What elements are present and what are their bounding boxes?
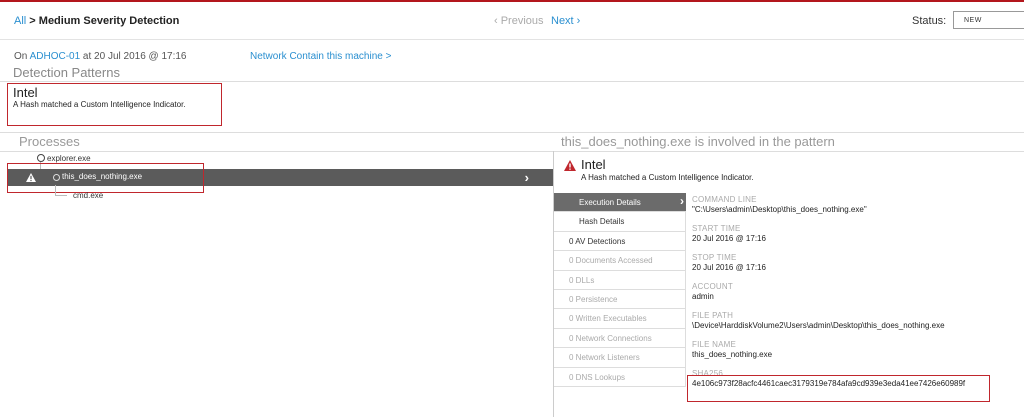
detail-tabs: Execution Details › Hash Details 0 AV Det… <box>554 193 686 387</box>
breadcrumb-separator: > <box>26 15 39 27</box>
field-label: COMMAND LINE <box>692 195 757 204</box>
execution-details: COMMAND LINE "C:\Users\admin\Desktop\thi… <box>692 195 1022 398</box>
divider <box>0 151 1024 152</box>
field-value: "C:\Users\admin\Desktop\this_does_nothin… <box>692 205 867 214</box>
field-label: STOP TIME <box>692 253 737 262</box>
tab-label: 0 DLLs <box>569 275 595 285</box>
highlight-box-process <box>7 163 204 193</box>
field-command-line: COMMAND LINE "C:\Users\admin\Desktop\thi… <box>692 195 1022 215</box>
tab-execution-details[interactable]: Execution Details › <box>554 193 686 213</box>
tab-av-detections[interactable]: 0 AV Detections <box>554 231 686 252</box>
field-label: FILE NAME <box>692 340 737 349</box>
tab-label: 0 AV Detections <box>569 236 626 246</box>
tab-label: Hash Details <box>579 217 625 227</box>
tab-label: Execution Details <box>579 198 641 207</box>
field-account: ACCOUNT admin <box>692 282 1022 302</box>
header-bar: All > Medium Severity Detection ‹ Previo… <box>0 2 1024 40</box>
status-label: Status: <box>912 15 947 27</box>
divider <box>0 81 1024 82</box>
highlight-box-pattern <box>7 83 222 126</box>
tree-connector <box>55 195 67 196</box>
process-cmd[interactable]: cmd.exe <box>73 191 103 200</box>
field-start-time: START TIME 20 Jul 2016 @ 17:16 <box>692 224 1022 244</box>
field-label: FILE PATH <box>692 311 734 320</box>
process-explorer[interactable]: explorer.exe <box>37 154 91 163</box>
breadcrumb-all-link[interactable]: All <box>14 15 26 27</box>
tab-written-executables[interactable]: 0 Written Executables <box>554 309 686 329</box>
status-select[interactable]: NEW <box>953 11 1024 29</box>
tab-label: 0 Documents Accessed <box>569 256 653 266</box>
field-value: 20 Jul 2016 @ 17:16 <box>692 263 766 272</box>
tab-label: 0 Persistence <box>569 294 618 304</box>
divider <box>0 132 1024 133</box>
field-value: \Device\HarddiskVolume2\Users\admin\Desk… <box>692 321 945 330</box>
tab-label: 0 Network Listeners <box>569 353 640 363</box>
previous-link[interactable]: ‹ Previous <box>494 15 544 27</box>
processes-title: Processes <box>19 134 80 149</box>
meta-timestamp: at 20 Jul 2016 @ 17:16 <box>80 51 187 62</box>
field-value: this_does_nothing.exe <box>692 350 773 359</box>
field-file-name: FILE NAME this_does_nothing.exe <box>692 340 1022 360</box>
network-contain-link[interactable]: Network Contain this machine > <box>250 51 391 62</box>
chevron-right-icon: › <box>524 170 529 185</box>
tab-label: 0 Written Executables <box>569 314 647 324</box>
field-value: 20 Jul 2016 @ 17:16 <box>692 234 766 243</box>
field-file-path: FILE PATH \Device\HarddiskVolume2\Users\… <box>692 311 1022 331</box>
tab-persistence[interactable]: 0 Persistence <box>554 289 686 310</box>
field-stop-time: STOP TIME 20 Jul 2016 @ 17:16 <box>692 253 1022 273</box>
host-link[interactable]: ADHOC-01 <box>30 51 81 62</box>
tab-dns-lookups[interactable]: 0 DNS Lookups <box>554 367 686 387</box>
detail-intel-title: Intel <box>581 157 606 172</box>
process-explorer-label: explorer.exe <box>47 154 91 163</box>
breadcrumb: All > Medium Severity Detection <box>14 15 179 27</box>
tab-label: 0 DNS Lookups <box>569 372 626 382</box>
detection-patterns-title: Detection Patterns <box>13 65 120 80</box>
chevron-right-icon: › <box>680 194 684 208</box>
detection-meta: On ADHOC-01 at 20 Jul 2016 @ 17:16 <box>14 51 187 62</box>
involved-in-pattern-title: this_does_nothing.exe is involved in the… <box>561 134 835 149</box>
tab-dlls[interactable]: 0 DLLs <box>554 270 686 290</box>
process-node-icon <box>37 154 45 162</box>
next-link[interactable]: Next › <box>551 15 580 27</box>
field-label: ACCOUNT <box>692 282 733 291</box>
detail-intel-description: A Hash matched a Custom Intelligence Ind… <box>581 173 754 182</box>
tab-hash-details[interactable]: Hash Details <box>554 212 686 232</box>
meta-on-prefix: On <box>14 51 30 62</box>
field-label: START TIME <box>692 224 741 233</box>
tab-label: 0 Network Connections <box>569 333 652 343</box>
tree-connector <box>55 185 56 195</box>
warning-icon <box>564 160 576 171</box>
tab-network-connections[interactable]: 0 Network Connections <box>554 328 686 349</box>
tab-network-listeners[interactable]: 0 Network Listeners <box>554 348 686 368</box>
page-title: Medium Severity Detection <box>38 15 180 27</box>
field-value: admin <box>692 292 714 301</box>
tab-documents-accessed[interactable]: 0 Documents Accessed <box>554 251 686 271</box>
highlight-box-sha256 <box>687 375 990 402</box>
